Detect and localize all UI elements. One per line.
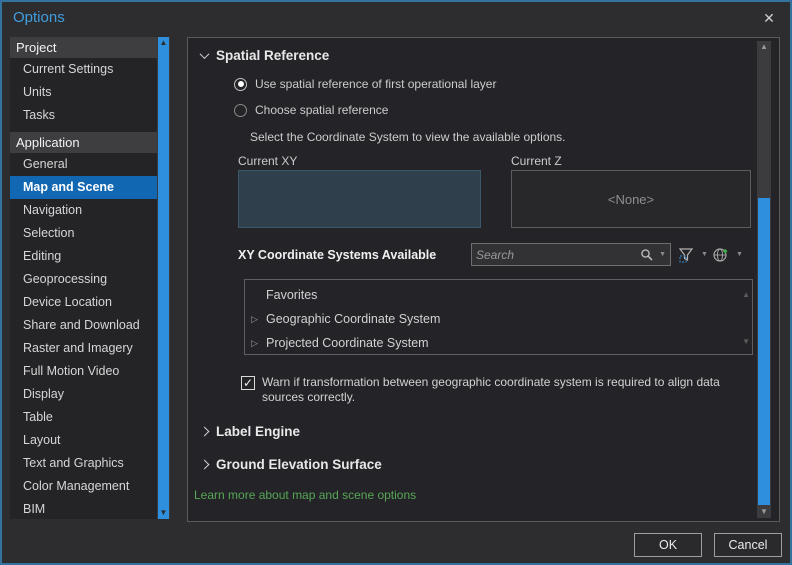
scroll-down-icon[interactable]: ▼ xyxy=(757,506,771,518)
tree-item-projected-coordinate-system[interactable]: ▷ Projected Coordinate System ▼ xyxy=(245,331,752,355)
scroll-up-icon[interactable]: ▲ xyxy=(157,37,170,49)
coordinate-system-tree: Favorites ▲ ▷ Geographic Coordinate Syst… xyxy=(244,279,753,355)
search-icon[interactable] xyxy=(640,248,655,261)
sidebar-item-editing[interactable]: Editing xyxy=(10,245,157,268)
sidebar-item-share-and-download[interactable]: Share and Download xyxy=(10,314,157,337)
checkbox-label: Warn if transformation between geographi… xyxy=(262,375,720,404)
section-ground-elevation-surface[interactable]: Ground Elevation Surface xyxy=(199,457,382,472)
filter-icon xyxy=(678,247,694,262)
radio-selected-icon xyxy=(234,77,247,91)
section-spatial-reference[interactable]: Spatial Reference xyxy=(199,48,330,63)
coordinate-system-hint: Select the Coordinate System to view the… xyxy=(250,130,566,144)
sidebar-item-bim[interactable]: BIM xyxy=(10,498,157,519)
globe-caret-icon[interactable]: ▼ xyxy=(732,251,747,258)
radio-choose-spatial-reference[interactable]: Choose spatial reference xyxy=(234,103,388,117)
sidebar-list: Project Current Settings Units Tasks App… xyxy=(10,37,157,519)
chevron-right-icon xyxy=(199,426,210,437)
section-title: Spatial Reference xyxy=(216,48,330,63)
sidebar-item-layout[interactable]: Layout xyxy=(10,429,157,452)
learn-more-link[interactable]: Learn more about map and scene options xyxy=(194,488,416,502)
tree-scroll-down-icon[interactable]: ▼ xyxy=(742,330,750,354)
tree-item-label: Projected Coordinate System xyxy=(266,336,429,350)
sidebar-item-current-settings[interactable]: Current Settings xyxy=(10,58,157,81)
scroll-up-icon[interactable]: ▲ xyxy=(757,41,771,53)
xy-systems-available-label: XY Coordinate Systems Available xyxy=(238,248,437,262)
warn-transformation-checkbox-row[interactable]: ✓ Warn if transformation between geograp… xyxy=(241,375,746,405)
chevron-down-icon xyxy=(199,49,210,60)
current-z-box[interactable]: <None> xyxy=(511,170,751,228)
sidebar-item-map-and-scene[interactable]: Map and Scene xyxy=(10,176,157,199)
search-options-caret-icon[interactable]: ▼ xyxy=(655,251,670,258)
tree-item-label: Geographic Coordinate System xyxy=(266,312,441,326)
sidebar-item-full-motion-video[interactable]: Full Motion Video xyxy=(10,360,157,383)
radio-label: Choose spatial reference xyxy=(255,103,389,117)
current-z-value: <None> xyxy=(607,191,655,207)
sidebar-scrollbar-thumb[interactable] xyxy=(158,37,169,519)
sidebar-scrollbar[interactable]: ▲ ▼ xyxy=(157,37,170,519)
sidebar-item-navigation[interactable]: Navigation xyxy=(10,199,157,222)
tree-item-favorites[interactable]: Favorites ▲ xyxy=(245,283,752,307)
options-dialog: Options ✕ Project Current Settings Units… xyxy=(0,0,792,565)
settings-panel: Spatial Reference Use spatial reference … xyxy=(187,37,780,522)
sidebar-item-raster-and-imagery[interactable]: Raster and Imagery xyxy=(10,337,157,360)
tree-item-geographic-coordinate-system[interactable]: ▷ Geographic Coordinate System xyxy=(245,307,752,331)
scroll-down-icon[interactable]: ▼ xyxy=(157,507,170,519)
title-bar: Options ✕ xyxy=(2,2,790,35)
dialog-title: Options xyxy=(13,9,65,26)
sidebar-item-units[interactable]: Units xyxy=(10,81,157,104)
sidebar-section-application: Application xyxy=(10,132,157,153)
tree-scroll-up-icon[interactable]: ▲ xyxy=(742,283,750,307)
expander-icon[interactable]: ▷ xyxy=(251,307,258,331)
panel-scrollbar[interactable]: ▲ ▼ xyxy=(757,41,771,518)
expander-icon[interactable]: ▷ xyxy=(251,331,258,355)
radio-use-first-layer[interactable]: Use spatial reference of first operation… xyxy=(234,77,496,91)
sidebar-item-tasks[interactable]: Tasks xyxy=(10,104,157,127)
coordinate-search-box: ▼ xyxy=(471,243,671,266)
current-xy-label: Current XY xyxy=(238,154,298,168)
panel-scrollbar-thumb[interactable] xyxy=(758,198,770,505)
current-z-label: Current Z xyxy=(511,154,562,168)
section-title: Label Engine xyxy=(216,424,301,439)
chevron-right-icon xyxy=(199,459,210,470)
sidebar-item-geoprocessing[interactable]: Geoprocessing xyxy=(10,268,157,291)
sidebar-item-device-location[interactable]: Device Location xyxy=(10,291,157,314)
current-xy-box[interactable] xyxy=(238,170,481,228)
sidebar-item-general[interactable]: General xyxy=(10,153,157,176)
add-coordinate-system-button[interactable]: ▼ xyxy=(709,243,750,266)
close-icon[interactable]: ✕ xyxy=(760,9,778,27)
sidebar-section-project: Project xyxy=(10,37,157,58)
search-input[interactable] xyxy=(472,247,641,262)
section-label-engine[interactable]: Label Engine xyxy=(199,424,301,439)
checkbox-checked-icon[interactable]: ✓ xyxy=(241,376,255,390)
tree-item-label: Favorites xyxy=(266,288,318,302)
sidebar-item-color-management[interactable]: Color Management xyxy=(10,475,157,498)
radio-unselected-icon xyxy=(234,103,247,117)
sidebar-item-text-and-graphics[interactable]: Text and Graphics xyxy=(10,452,157,475)
section-title: Ground Elevation Surface xyxy=(216,457,382,472)
sidebar-item-table[interactable]: Table xyxy=(10,406,157,429)
sidebar: Project Current Settings Units Tasks App… xyxy=(10,37,170,519)
radio-label: Use spatial reference of first operation… xyxy=(255,77,497,91)
sidebar-item-selection[interactable]: Selection xyxy=(10,222,157,245)
globe-add-icon xyxy=(713,248,728,262)
sidebar-item-display[interactable]: Display xyxy=(10,383,157,406)
ok-button[interactable]: OK xyxy=(634,533,702,557)
cancel-button[interactable]: Cancel xyxy=(714,533,782,557)
